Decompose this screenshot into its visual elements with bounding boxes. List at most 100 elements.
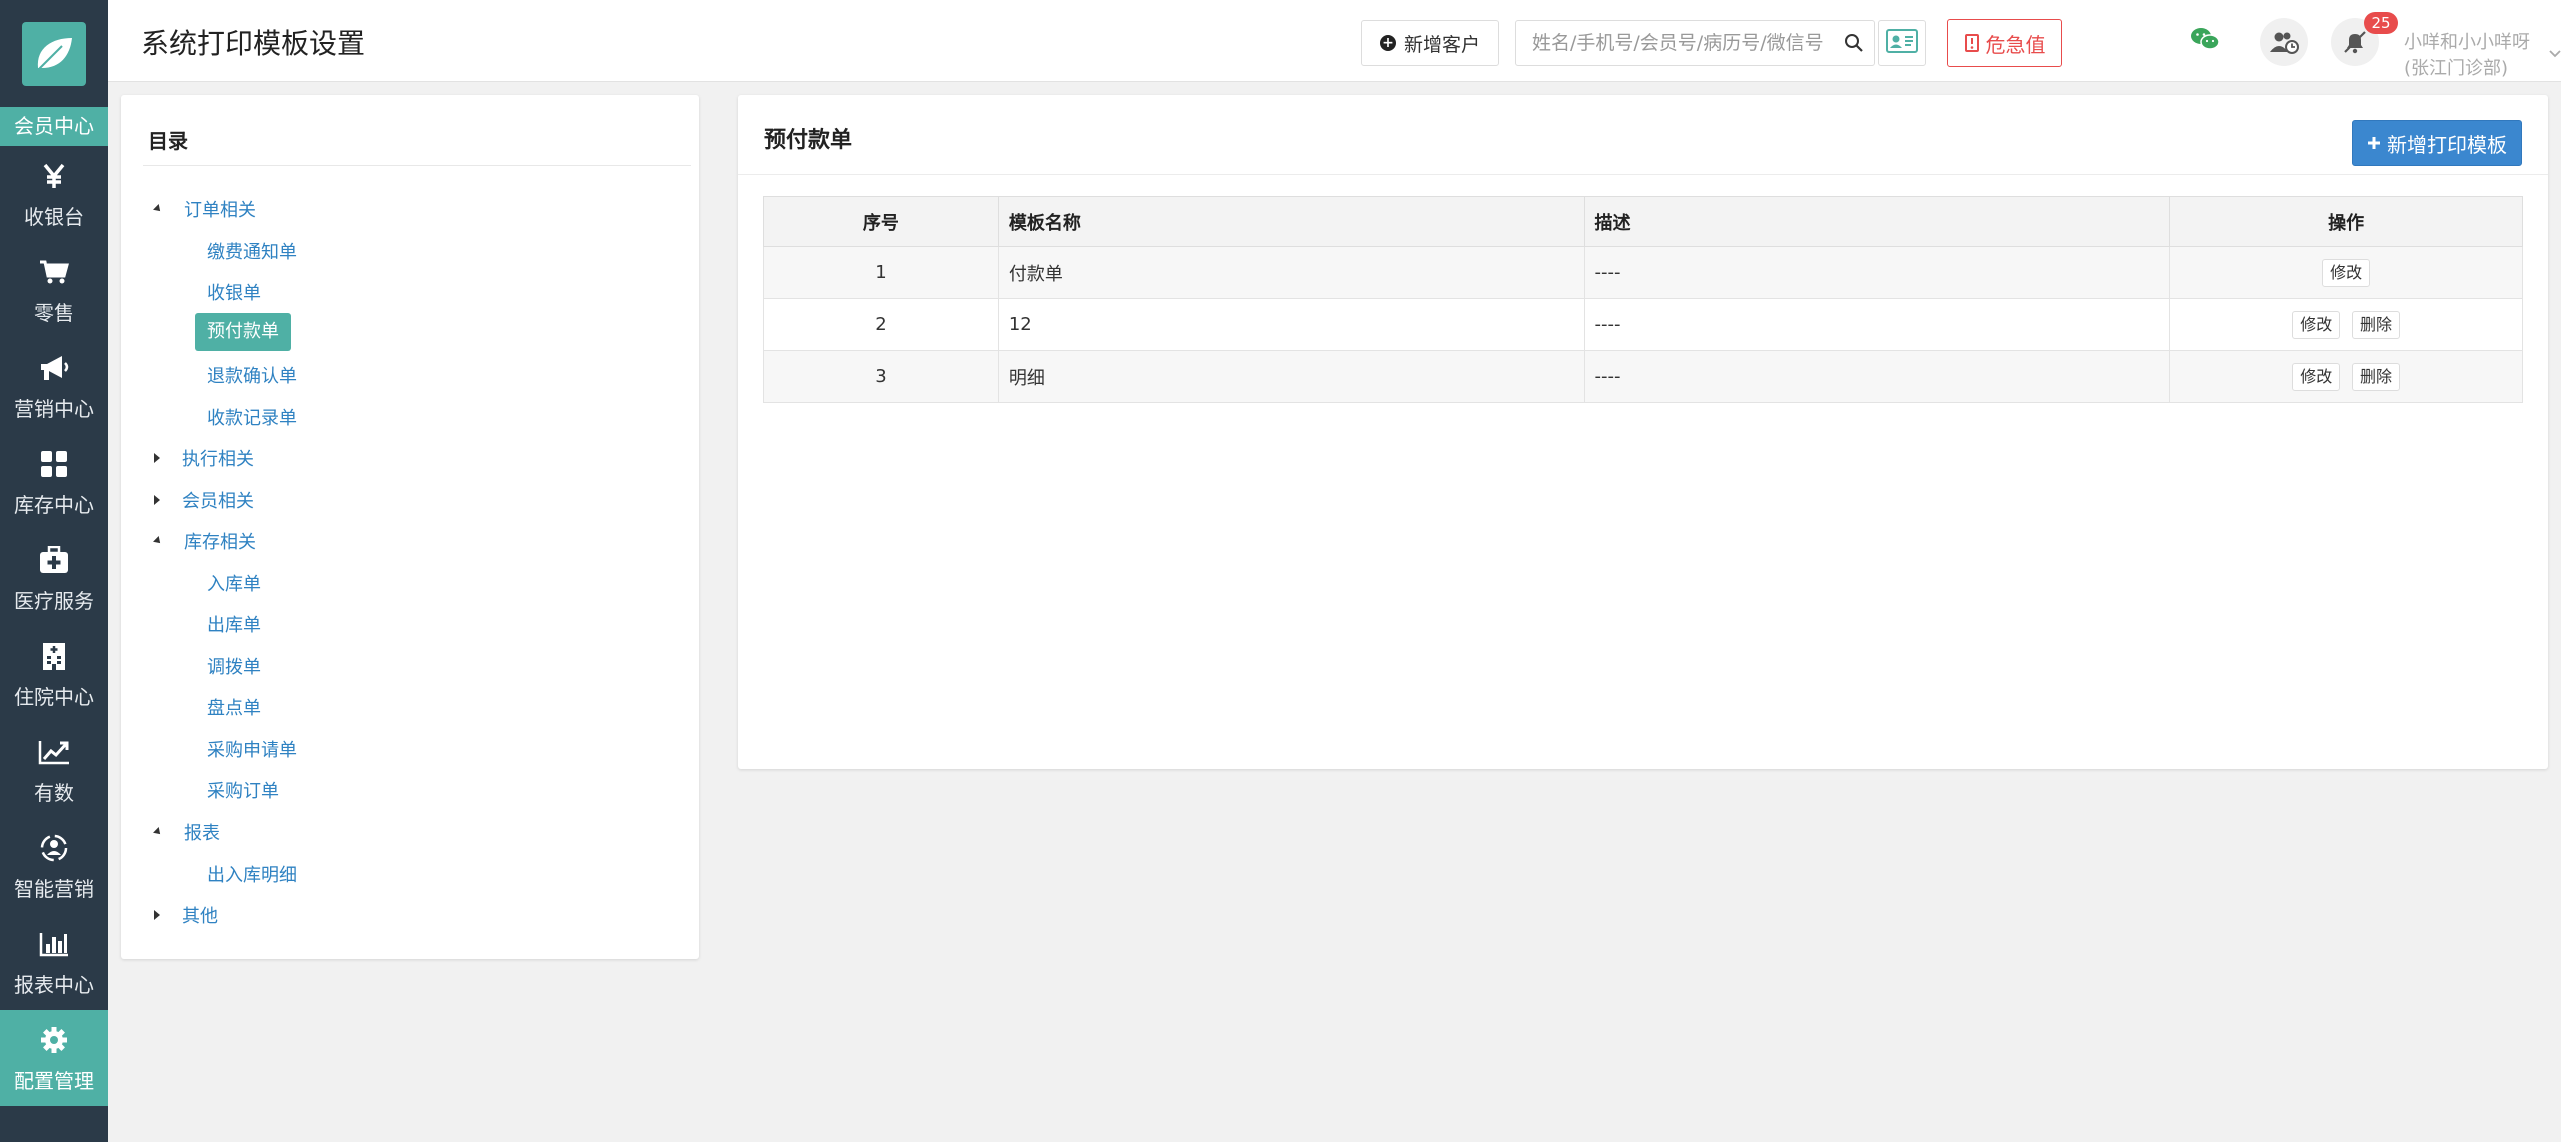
sidebar-item-config[interactable]: 配置管理 <box>0 1010 108 1106</box>
cell-description: ---- <box>1583 246 2171 299</box>
template-table: 序号 模板名称 描述 操作 1 付款单 ---- 修改 2 12 ---- 修改 <box>763 196 2523 403</box>
chevron-down-icon <box>2549 50 2561 58</box>
tree-item-cashier-receipt[interactable]: 收银单 <box>207 280 261 304</box>
add-template-label: 新增打印模板 <box>2387 132 2507 157</box>
sidebar-item-label: 配置管理 <box>14 1068 94 1093</box>
add-print-template-button[interactable]: 新增打印模板 <box>2352 120 2522 166</box>
customer-search-input[interactable] <box>1516 21 1834 65</box>
logo[interactable] <box>0 0 108 107</box>
cell-index: 3 <box>763 350 999 403</box>
tree-item-purchase-request[interactable]: 采购申请单 <box>207 737 297 761</box>
tree-item-payment-record[interactable]: 收款记录单 <box>207 405 297 429</box>
new-customer-button[interactable]: + 新增客户 <box>1361 20 1499 66</box>
new-customer-label: 新增客户 <box>1403 33 1480 56</box>
catalog-title: 目录 <box>148 129 188 153</box>
sidebar-item-reports[interactable]: 报表中心 <box>0 914 108 1010</box>
cell-index: 1 <box>763 246 999 299</box>
sidebar-item-marketing[interactable]: 营销中心 <box>0 338 108 434</box>
grid-icon <box>40 447 68 481</box>
cell-name: 12 <box>997 298 1585 351</box>
tree-group-reports[interactable]: 报表 <box>153 820 220 844</box>
top-header: 系统打印模板设置 + 新增客户 危急值 25 小咩和小小咩呀 (张江 <box>108 0 2561 82</box>
online-users-button[interactable] <box>2260 18 2308 66</box>
table-row: 1 付款单 ---- 修改 <box>763 246 2523 299</box>
tree-item-stocktake[interactable]: 盘点单 <box>207 695 261 719</box>
cell-name: 付款单 <box>997 246 1585 299</box>
tree-item-prepayment-active[interactable]: 预付款单 <box>195 313 291 351</box>
plus-icon <box>2367 136 2381 150</box>
critical-value-label: 危急值 <box>1985 32 2046 57</box>
tree-item-transfer[interactable]: 调拨单 <box>207 654 261 678</box>
tree-group-other[interactable]: 其他 <box>154 903 218 927</box>
column-header-description: 描述 <box>1583 196 2171 247</box>
tree-group-execution[interactable]: 执行相关 <box>154 446 254 470</box>
users-clock-icon <box>2269 30 2299 54</box>
id-card-icon <box>1886 29 1918 57</box>
critical-value-button[interactable]: 危急值 <box>1947 19 2062 67</box>
sidebar-item-smart-marketing[interactable]: 智能营销 <box>0 818 108 914</box>
sidebar-item-inventory[interactable]: 库存中心 <box>0 434 108 530</box>
cell-description: ---- <box>1583 298 2171 351</box>
sidebar-item-label: 有数 <box>34 780 74 805</box>
sidebar-item-retail[interactable]: 零售 <box>0 242 108 338</box>
medkit-icon <box>39 543 69 577</box>
column-header-name: 模板名称 <box>997 196 1585 247</box>
leaf-logo-icon <box>22 21 86 86</box>
alert-flask-icon <box>1964 34 1980 52</box>
user-name-label: 小咩和小小咩呀 (张江门诊部) <box>2404 32 2530 79</box>
hospital-icon <box>41 639 67 673</box>
caret-right-icon <box>154 910 160 920</box>
table-header-row: 序号 模板名称 描述 操作 <box>763 196 2523 247</box>
search-icon[interactable] <box>1834 33 1874 53</box>
megaphone-icon <box>38 351 70 385</box>
delete-button[interactable]: 删除 <box>2351 310 2400 339</box>
cart-icon <box>39 255 69 289</box>
sidebar-item-analytics[interactable]: 有数 <box>0 722 108 818</box>
bar-chart-icon <box>39 927 69 961</box>
plus-circle-icon: + <box>1379 35 1396 51</box>
column-header-actions: 操作 <box>2169 196 2523 247</box>
tree-item-purchase-order[interactable]: 采购订单 <box>207 778 279 802</box>
tree-group-orders[interactable]: 订单相关 <box>153 197 256 221</box>
sidebar-item-medical[interactable]: 医疗服务 <box>0 530 108 626</box>
id-card-button[interactable] <box>1878 20 1926 66</box>
caret-right-icon <box>154 453 160 463</box>
sidebar-member-center[interactable]: 会员中心 <box>0 107 108 146</box>
sidebar-item-label: 智能营销 <box>14 876 94 901</box>
tree-group-label: 订单相关 <box>184 200 256 221</box>
sidebar-item-label: 医疗服务 <box>14 588 94 613</box>
tree-group-label: 执行相关 <box>182 449 254 470</box>
tree-group-members[interactable]: 会员相关 <box>154 488 254 512</box>
cell-actions: 修改 删除 <box>2169 350 2523 403</box>
sidebar: 会员中心 收银台 零售 营销中心 库存中心 医疗服务 住院中心 有数 智能营销 … <box>0 0 108 1142</box>
wechat-icon[interactable] <box>2190 26 2220 56</box>
sidebar-item-label: 营销中心 <box>14 396 94 421</box>
sidebar-item-cashier[interactable]: 收银台 <box>0 146 108 242</box>
caret-down-icon <box>153 204 163 214</box>
tree-item-inout-detail[interactable]: 出入库明细 <box>207 862 297 886</box>
caret-down-icon <box>153 536 163 546</box>
page-title: 系统打印模板设置 <box>141 27 366 60</box>
bell-off-icon <box>2342 29 2368 55</box>
tree-item-stock-in[interactable]: 入库单 <box>207 571 261 595</box>
sidebar-item-label: 住院中心 <box>14 684 94 709</box>
edit-button[interactable]: 修改 <box>2322 258 2371 287</box>
tree-item-stock-out[interactable]: 出库单 <box>207 612 261 636</box>
caret-down-icon <box>153 827 163 837</box>
tree-item-payment-notice[interactable]: 缴费通知单 <box>207 239 297 263</box>
sidebar-item-label: 报表中心 <box>14 972 94 997</box>
tree-group-label: 报表 <box>184 823 220 844</box>
delete-button[interactable]: 删除 <box>2351 362 2400 391</box>
divider <box>143 165 691 166</box>
catalog-tree-panel: 目录 订单相关 缴费通知单 收银单 预付款单 退款确认单 收款记录单 执行相关 … <box>121 95 699 959</box>
sidebar-item-label: 收银台 <box>24 204 84 229</box>
cell-actions: 修改 删除 <box>2169 298 2523 351</box>
sidebar-item-inpatient[interactable]: 住院中心 <box>0 626 108 722</box>
tree-group-inventory[interactable]: 库存相关 <box>153 529 256 553</box>
edit-button[interactable]: 修改 <box>2292 362 2341 391</box>
user-menu[interactable]: 小咩和小小咩呀 (张江门诊部) <box>2404 28 2561 80</box>
tree-item-refund-confirm[interactable]: 退款确认单 <box>207 363 297 387</box>
edit-button[interactable]: 修改 <box>2292 310 2341 339</box>
gear-icon <box>40 1023 68 1057</box>
customer-search-box <box>1515 20 1875 66</box>
